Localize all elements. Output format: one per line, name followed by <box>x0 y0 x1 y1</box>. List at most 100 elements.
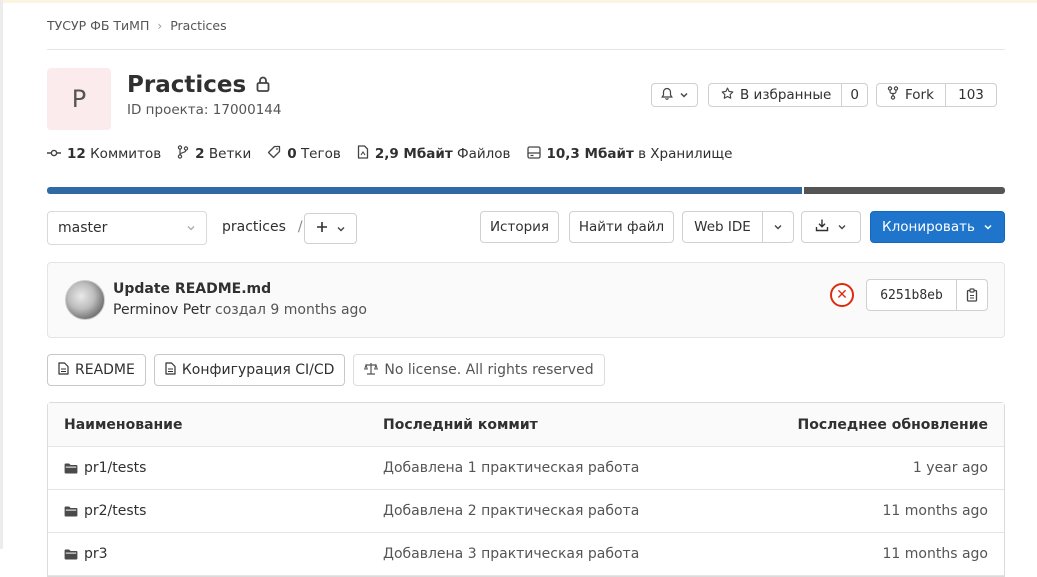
last-update: 11 months ago <box>882 503 988 519</box>
commit-time: 9 months ago <box>270 302 367 318</box>
fork-button[interactable]: Fork 103 <box>876 83 997 107</box>
project-id: ID проекта: 17000144 <box>127 102 282 118</box>
breadcrumb-separator-icon: › <box>157 18 163 33</box>
readme-button[interactable]: README <box>47 354 146 386</box>
commit-action: создал <box>215 302 266 318</box>
storage-size: 10,3 Мбайт <box>546 146 634 162</box>
readme-label: README <box>75 362 135 378</box>
last-commit-panel: Update README.md Perminov Petr создал 9 … <box>47 262 1005 338</box>
folder-icon <box>64 506 78 517</box>
breadcrumb: ТУСУР ФБ ТиМП › Practices <box>47 18 227 33</box>
commits-stat[interactable]: 12 Коммитов <box>47 146 161 162</box>
bell-icon <box>660 87 673 104</box>
commit-author-link[interactable]: Perminov Petr <box>113 302 211 318</box>
star-count[interactable]: 0 <box>841 84 867 106</box>
file-name: pr1/tests <box>84 460 147 476</box>
file-name-link[interactable]: pr3 <box>64 533 108 575</box>
breadcrumb-group-link[interactable]: ТУСУР ФБ ТиМП <box>47 18 149 33</box>
branches-stat[interactable]: 2 Ветки <box>177 145 251 163</box>
column-header-last-update: Последнее обновление <box>797 416 989 433</box>
files-label: Файлов <box>456 146 511 162</box>
file-tree-table: Наименование Последний коммит Последнее … <box>47 402 1005 577</box>
path-separator: / <box>297 219 303 235</box>
last-commit-link[interactable]: Добавлена 2 практическая работа <box>383 490 639 532</box>
license-badge[interactable]: No license. All rights reserved <box>353 354 605 386</box>
clone-dropdown-button[interactable]: Клонировать <box>870 211 1005 243</box>
add-to-tree-dropdown-button[interactable] <box>304 213 357 244</box>
download-dropdown-button[interactable] <box>801 211 861 243</box>
chevron-down-icon <box>837 219 847 235</box>
table-row[interactable]: pr1/tests Добавлена 1 практическая работ… <box>48 447 1004 490</box>
chevron-down-icon <box>186 220 196 236</box>
project-name: Practices <box>127 72 247 98</box>
header-divider <box>47 49 1005 50</box>
project-stats: 12 Коммитов 2 Ветки 0 Тегов 2,9 Мбайт Фа… <box>47 145 748 163</box>
chevron-down-icon <box>774 225 782 230</box>
history-button[interactable]: История <box>480 211 559 243</box>
commits-label: Коммитов <box>90 146 162 162</box>
language-segment <box>804 187 1005 194</box>
storage-label: в Хранилище <box>638 146 733 162</box>
lock-icon <box>256 72 270 98</box>
last-update: 11 months ago <box>882 546 988 562</box>
ci-config-button[interactable]: Конфигурация CI/CD <box>153 354 346 386</box>
path-root-link[interactable]: practices <box>222 219 286 235</box>
commit-meta: Perminov Petr создал 9 months ago <box>113 302 367 318</box>
chevron-down-icon <box>336 221 346 237</box>
web-ide-dropdown-toggle[interactable] <box>762 212 793 242</box>
branches-count: 2 <box>195 146 205 162</box>
commit-title-link[interactable]: Update README.md <box>113 281 271 297</box>
chevron-down-icon <box>679 87 689 103</box>
file-name: pr2/tests <box>84 503 147 519</box>
fork-label: Fork <box>905 87 934 103</box>
tag-icon <box>267 145 281 163</box>
author-avatar[interactable] <box>65 280 105 320</box>
file-name-link[interactable]: pr2/tests <box>64 490 146 532</box>
project-badges: README Конфигурация CI/CD No license. Al… <box>47 354 605 386</box>
branches-label: Ветки <box>208 146 252 162</box>
repo-path: practices / <box>222 219 303 235</box>
license-label: No license. All rights reserved <box>384 362 594 378</box>
web-ide-button[interactable]: Web IDE <box>683 212 762 242</box>
tags-stat[interactable]: 0 Тегов <box>267 145 341 163</box>
storage-icon <box>526 145 541 163</box>
repository-language-bar <box>47 187 1005 194</box>
download-icon <box>815 218 829 236</box>
file-name-link[interactable]: pr1/tests <box>64 447 146 489</box>
web-ide-split-button: Web IDE <box>682 211 794 243</box>
table-row[interactable]: pr2/tests Добавлена 2 практическая работ… <box>48 490 1004 533</box>
commits-count: 12 <box>67 146 86 162</box>
pipeline-failed-icon[interactable]: ✕ <box>830 283 854 307</box>
branch-select-value: master <box>58 220 108 236</box>
tags-count: 0 <box>287 146 297 162</box>
scale-icon <box>364 362 379 379</box>
table-header: Наименование Последний коммит Последнее … <box>48 403 1004 447</box>
chevron-down-icon <box>983 219 993 235</box>
branch-icon <box>177 145 189 163</box>
find-file-button[interactable]: Найти файл <box>569 211 674 243</box>
branch-select[interactable]: master <box>47 211 207 245</box>
commit-icon <box>47 146 61 162</box>
copy-sha-button[interactable] <box>956 280 987 310</box>
commit-sha-group: 6251b8eb <box>866 279 988 311</box>
star-label: В избранные <box>740 87 832 103</box>
files-stat[interactable]: 2,9 Мбайт Файлов <box>357 145 511 163</box>
last-commit-link[interactable]: Добавлена 1 практическая работа <box>383 447 639 489</box>
table-row[interactable]: pr3 Добавлена 3 практическая работа 11 m… <box>48 533 1004 576</box>
breadcrumb-project-link[interactable]: Practices <box>170 18 226 33</box>
column-header-name: Наименование <box>64 416 183 433</box>
fork-count[interactable]: 103 <box>945 84 996 106</box>
fork-icon <box>887 86 899 104</box>
page-title: Practices <box>127 72 270 98</box>
last-commit-link[interactable]: Добавлена 3 практическая работа <box>383 533 639 575</box>
project-avatar: P <box>47 68 111 130</box>
folder-icon <box>64 463 78 474</box>
document-icon <box>58 361 69 379</box>
files-size: 2,9 Мбайт <box>374 146 453 162</box>
storage-stat[interactable]: 10,3 Мбайт в Хранилище <box>526 145 733 163</box>
ci-config-label: Конфигурация CI/CD <box>181 362 335 378</box>
file-icon <box>357 145 369 163</box>
commit-sha-link[interactable]: 6251b8eb <box>867 280 956 310</box>
notifications-dropdown-button[interactable] <box>651 83 698 107</box>
star-button[interactable]: В избранные 0 <box>708 83 868 107</box>
